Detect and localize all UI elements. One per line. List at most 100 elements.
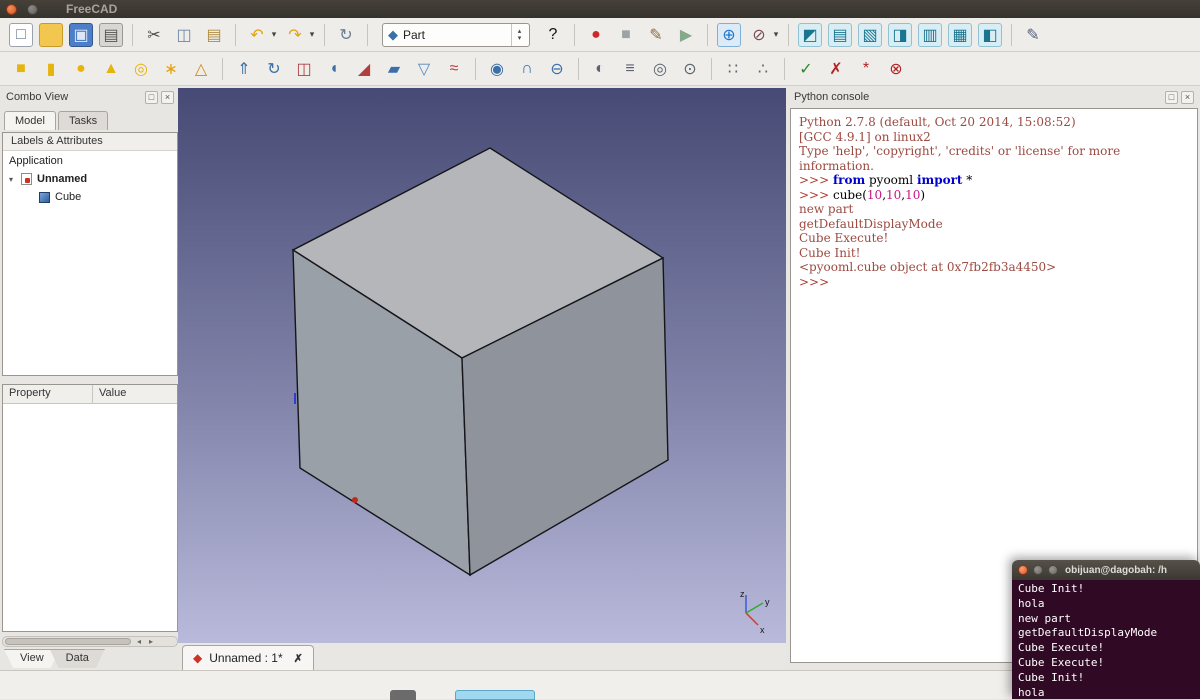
part-sweep-icon[interactable]: ≈ — [442, 57, 466, 81]
console-text-segment: pyooml — [865, 173, 917, 187]
part-defeaturing-icon[interactable]: ✗ — [824, 57, 848, 81]
workbench-spinner[interactable]: ▴ ▾ — [511, 24, 527, 46]
part-shapebuilder-icon[interactable]: △ — [189, 57, 213, 81]
part-revolve-icon[interactable]: ↻ — [262, 57, 286, 81]
part-thickness-icon[interactable]: ⊙ — [678, 57, 702, 81]
document-tab[interactable]: ◆ Unnamed : 1* ✗ — [182, 645, 314, 670]
macro-stop-icon[interactable]: ■ — [614, 23, 638, 47]
part-section-icon[interactable]: ◐ — [588, 57, 612, 81]
console-line: new part — [799, 202, 1189, 217]
part-cylinder-icon[interactable]: ▮ — [39, 57, 63, 81]
part-box-icon[interactable]: ■ — [9, 57, 33, 81]
window-close-button[interactable] — [6, 4, 17, 15]
toolbar-separator — [788, 24, 789, 46]
whats-this-icon[interactable]: ? — [541, 23, 565, 47]
view-axonometric-icon[interactable]: ◩ — [798, 23, 822, 47]
part-primitives-icon[interactable]: ∗ — [159, 57, 183, 81]
3d-viewport[interactable]: z y x — [178, 88, 786, 643]
terminal-maximize-button[interactable] — [1048, 565, 1058, 575]
combo-view-float-button[interactable]: □ — [145, 91, 158, 104]
tab-model[interactable]: Model — [4, 111, 56, 130]
spinner-up-icon[interactable]: ▴ — [518, 28, 522, 35]
scroll-left-button[interactable]: ◂ — [133, 637, 145, 646]
view-left-icon[interactable]: ◧ — [978, 23, 1002, 47]
part-cone-icon[interactable]: ▲ — [99, 57, 123, 81]
part-extrude-icon[interactable]: ⇑ — [232, 57, 256, 81]
new-file-icon[interactable]: □ — [9, 23, 33, 47]
terminal-output[interactable]: Cube Init!holanew partgetDefaultDisplayM… — [1012, 580, 1200, 699]
part-compound-icon[interactable]: ∷ — [721, 57, 745, 81]
part-cross-sections-icon[interactable]: ≡ — [618, 57, 642, 81]
part-check-geometry-icon[interactable]: ✓ — [794, 57, 818, 81]
print-icon[interactable]: ▤ — [99, 23, 123, 47]
part-sphere-icon[interactable]: ● — [69, 57, 93, 81]
view-right-icon[interactable]: ◨ — [888, 23, 912, 47]
undo-icon[interactable]: ↶ — [245, 23, 269, 47]
zoom-fit-icon[interactable]: ⊕ — [717, 23, 741, 47]
part-boolean-common-icon[interactable]: ∩ — [515, 57, 539, 81]
console-text-segment: * — [962, 173, 972, 187]
macro-edit-icon[interactable]: ✎ — [644, 23, 668, 47]
tab-data[interactable]: Data — [50, 649, 105, 668]
scroll-right-button[interactable]: ▸ — [145, 637, 157, 646]
property-column-header[interactable]: Property — [3, 385, 93, 403]
terminal-line: getDefaultDisplayMode — [1018, 626, 1194, 641]
macro-record-icon[interactable]: ● — [584, 23, 608, 47]
3d-scene[interactable] — [178, 88, 786, 643]
tree-label-unnamed: Unnamed — [37, 173, 87, 185]
window-minimize-button[interactable] — [27, 4, 38, 15]
tab-tasks[interactable]: Tasks — [58, 111, 108, 130]
value-column-header[interactable]: Value — [93, 385, 177, 403]
tree-item-cube[interactable]: Cube — [3, 189, 177, 205]
python-console-title: Python console — [794, 91, 1162, 103]
console-line: >>> from pyooml import * — [799, 173, 1189, 188]
save-icon[interactable]: ▣ — [69, 23, 93, 47]
part-boolean-union-icon[interactable]: ◉ — [485, 57, 509, 81]
view-bottom-icon[interactable]: ▦ — [948, 23, 972, 47]
measure-icon[interactable]: ✎ — [1021, 23, 1045, 47]
document-tab-close-icon[interactable]: ✗ — [294, 652, 303, 665]
terminal-window[interactable]: obijuan@dagobah: /h Cube Init!holanew pa… — [1012, 560, 1200, 699]
terminal-title: obijuan@dagobah: /h — [1065, 565, 1167, 576]
part-ruled-surface-icon[interactable]: ▰ — [382, 57, 406, 81]
draw-style-dropdown-icon[interactable]: ▾ — [771, 23, 781, 47]
redo-icon[interactable]: ↷ — [283, 23, 307, 47]
combo-view-close-button[interactable]: × — [161, 91, 174, 104]
toolbar-separator — [324, 24, 325, 46]
scrollbar-thumb[interactable] — [5, 638, 131, 645]
undo-dropdown-icon[interactable]: ▾ — [269, 23, 279, 47]
part-refine-shape-icon[interactable]: * — [854, 57, 878, 81]
view-rear-icon[interactable]: ▥ — [918, 23, 942, 47]
part-boolean-cut-icon[interactable]: ⊖ — [545, 57, 569, 81]
draw-style-icon[interactable]: ⊘ — [747, 23, 771, 47]
window-titlebar[interactable]: FreeCAD — [0, 0, 1200, 18]
terminal-minimize-button[interactable] — [1033, 565, 1043, 575]
part-mirror-icon[interactable]: ◫ — [292, 57, 316, 81]
part-explode-compound-icon[interactable]: ∴ — [751, 57, 775, 81]
open-folder-icon[interactable] — [39, 23, 63, 47]
part-chamfer-icon[interactable]: ◢ — [352, 57, 376, 81]
tree-item-unnamed[interactable]: ▾ Unnamed — [3, 171, 177, 187]
python-console-close-button[interactable]: × — [1181, 91, 1194, 104]
part-remove-shape-icon[interactable]: ⊗ — [884, 57, 908, 81]
horizontal-scrollbar[interactable]: ◂ ▸ — [2, 636, 178, 647]
view-front-icon[interactable]: ▤ — [828, 23, 852, 47]
paste-icon[interactable]: ▤ — [202, 23, 226, 47]
workbench-selector[interactable]: ◆ Part ▴ ▾ — [382, 23, 530, 47]
part-loft-icon[interactable]: ▽ — [412, 57, 436, 81]
copy-icon[interactable]: ◫ — [172, 23, 196, 47]
terminal-close-button[interactable] — [1018, 565, 1028, 575]
tree-expander-icon[interactable]: ▾ — [9, 175, 20, 184]
macro-play-icon[interactable]: ▶ — [674, 23, 698, 47]
tree-item-application[interactable]: Application — [3, 153, 177, 169]
refresh-icon[interactable]: ↻ — [334, 23, 358, 47]
python-console-float-button[interactable]: □ — [1165, 91, 1178, 104]
part-torus-icon[interactable]: ◎ — [129, 57, 153, 81]
redo-dropdown-icon[interactable]: ▾ — [307, 23, 317, 47]
spinner-down-icon[interactable]: ▾ — [518, 35, 522, 42]
view-top-icon[interactable]: ▧ — [858, 23, 882, 47]
cut-icon[interactable]: ✂ — [142, 23, 166, 47]
part-fillet-icon[interactable]: ◖ — [322, 57, 346, 81]
part-offset-icon[interactable]: ◎ — [648, 57, 672, 81]
terminal-titlebar[interactable]: obijuan@dagobah: /h — [1012, 560, 1200, 580]
